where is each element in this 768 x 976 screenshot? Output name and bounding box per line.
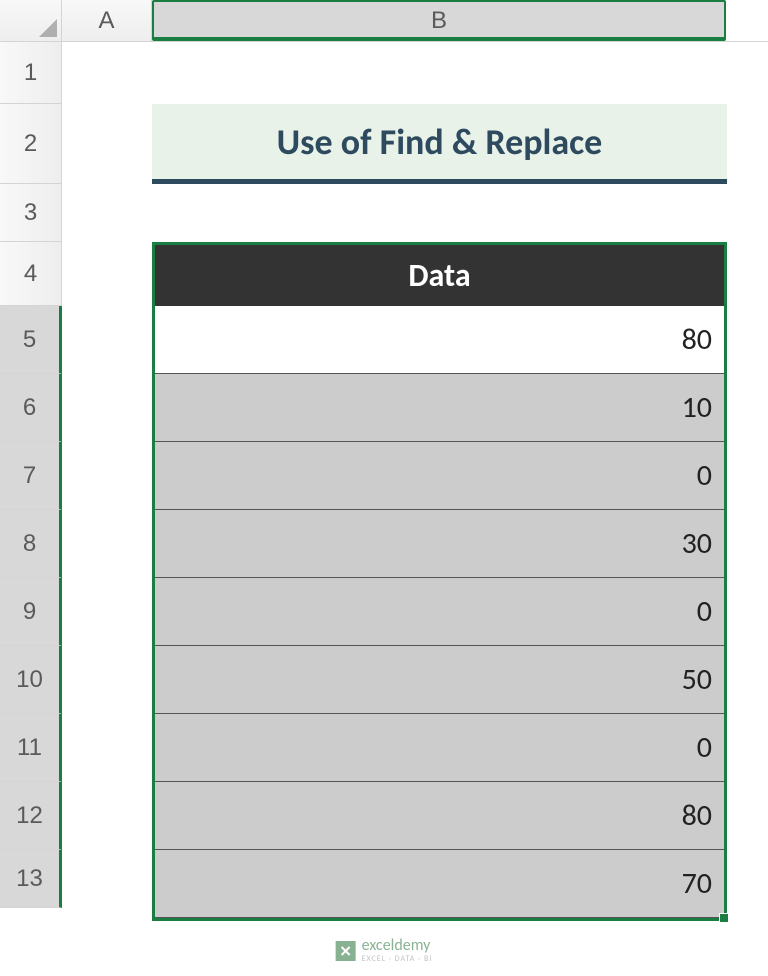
column-headers-row: A B — [0, 0, 768, 42]
row-header-5[interactable]: 5 — [0, 306, 62, 374]
cell-b13[interactable]: 70 — [155, 850, 724, 918]
row-header-3[interactable]: 3 — [0, 184, 62, 242]
title-cell[interactable]: Use of Find & Replace — [152, 104, 727, 184]
row-header-1[interactable]: 1 — [0, 42, 62, 104]
grid-body: 1 2 3 4 5 6 7 8 9 10 11 12 13 Use of Fin… — [0, 42, 768, 976]
column-b-cells: Use of Find & Replace Data 80 10 0 30 0 … — [152, 42, 727, 921]
watermark: exceldemy EXCEL · DATA · BI — [336, 938, 433, 964]
select-all-corner[interactable] — [0, 0, 62, 41]
cells-area: Use of Find & Replace Data 80 10 0 30 0 … — [62, 42, 768, 976]
row-header-6[interactable]: 6 — [0, 374, 62, 442]
cell-b10[interactable]: 50 — [155, 646, 724, 714]
row-header-4[interactable]: 4 — [0, 242, 62, 306]
column-header-b[interactable]: B — [152, 0, 726, 41]
row-header-13[interactable]: 13 — [0, 850, 62, 908]
watermark-tagline: EXCEL · DATA · BI — [362, 954, 433, 964]
row-header-2[interactable]: 2 — [0, 104, 62, 184]
column-header-a[interactable]: A — [62, 0, 152, 41]
cell-b12[interactable]: 80 — [155, 782, 724, 850]
cell-b6[interactable]: 10 — [155, 374, 724, 442]
cell-b8[interactable]: 30 — [155, 510, 724, 578]
selection-fill-handle[interactable] — [719, 913, 729, 923]
watermark-text-block: exceldemy EXCEL · DATA · BI — [362, 938, 433, 964]
row-headers: 1 2 3 4 5 6 7 8 9 10 11 12 13 — [0, 42, 62, 976]
row-header-11[interactable]: 11 — [0, 714, 62, 782]
data-selection-range: 80 10 0 30 0 50 0 80 70 — [152, 306, 727, 921]
row-header-12[interactable]: 12 — [0, 782, 62, 850]
cell-b9[interactable]: 0 — [155, 578, 724, 646]
watermark-logo-icon — [336, 941, 356, 961]
row-header-10[interactable]: 10 — [0, 646, 62, 714]
row-header-9[interactable]: 9 — [0, 578, 62, 646]
watermark-brand: exceldemy — [362, 938, 433, 954]
cell-b11[interactable]: 0 — [155, 714, 724, 782]
cell-b5[interactable]: 80 — [155, 306, 724, 374]
row-header-8[interactable]: 8 — [0, 510, 62, 578]
spreadsheet-grid: A B 1 2 3 4 5 6 7 8 9 10 11 12 13 Use of… — [0, 0, 768, 976]
cell-b3[interactable] — [152, 184, 727, 242]
row-header-7[interactable]: 7 — [0, 442, 62, 510]
cell-b7[interactable]: 0 — [155, 442, 724, 510]
data-header-cell[interactable]: Data — [152, 242, 727, 306]
